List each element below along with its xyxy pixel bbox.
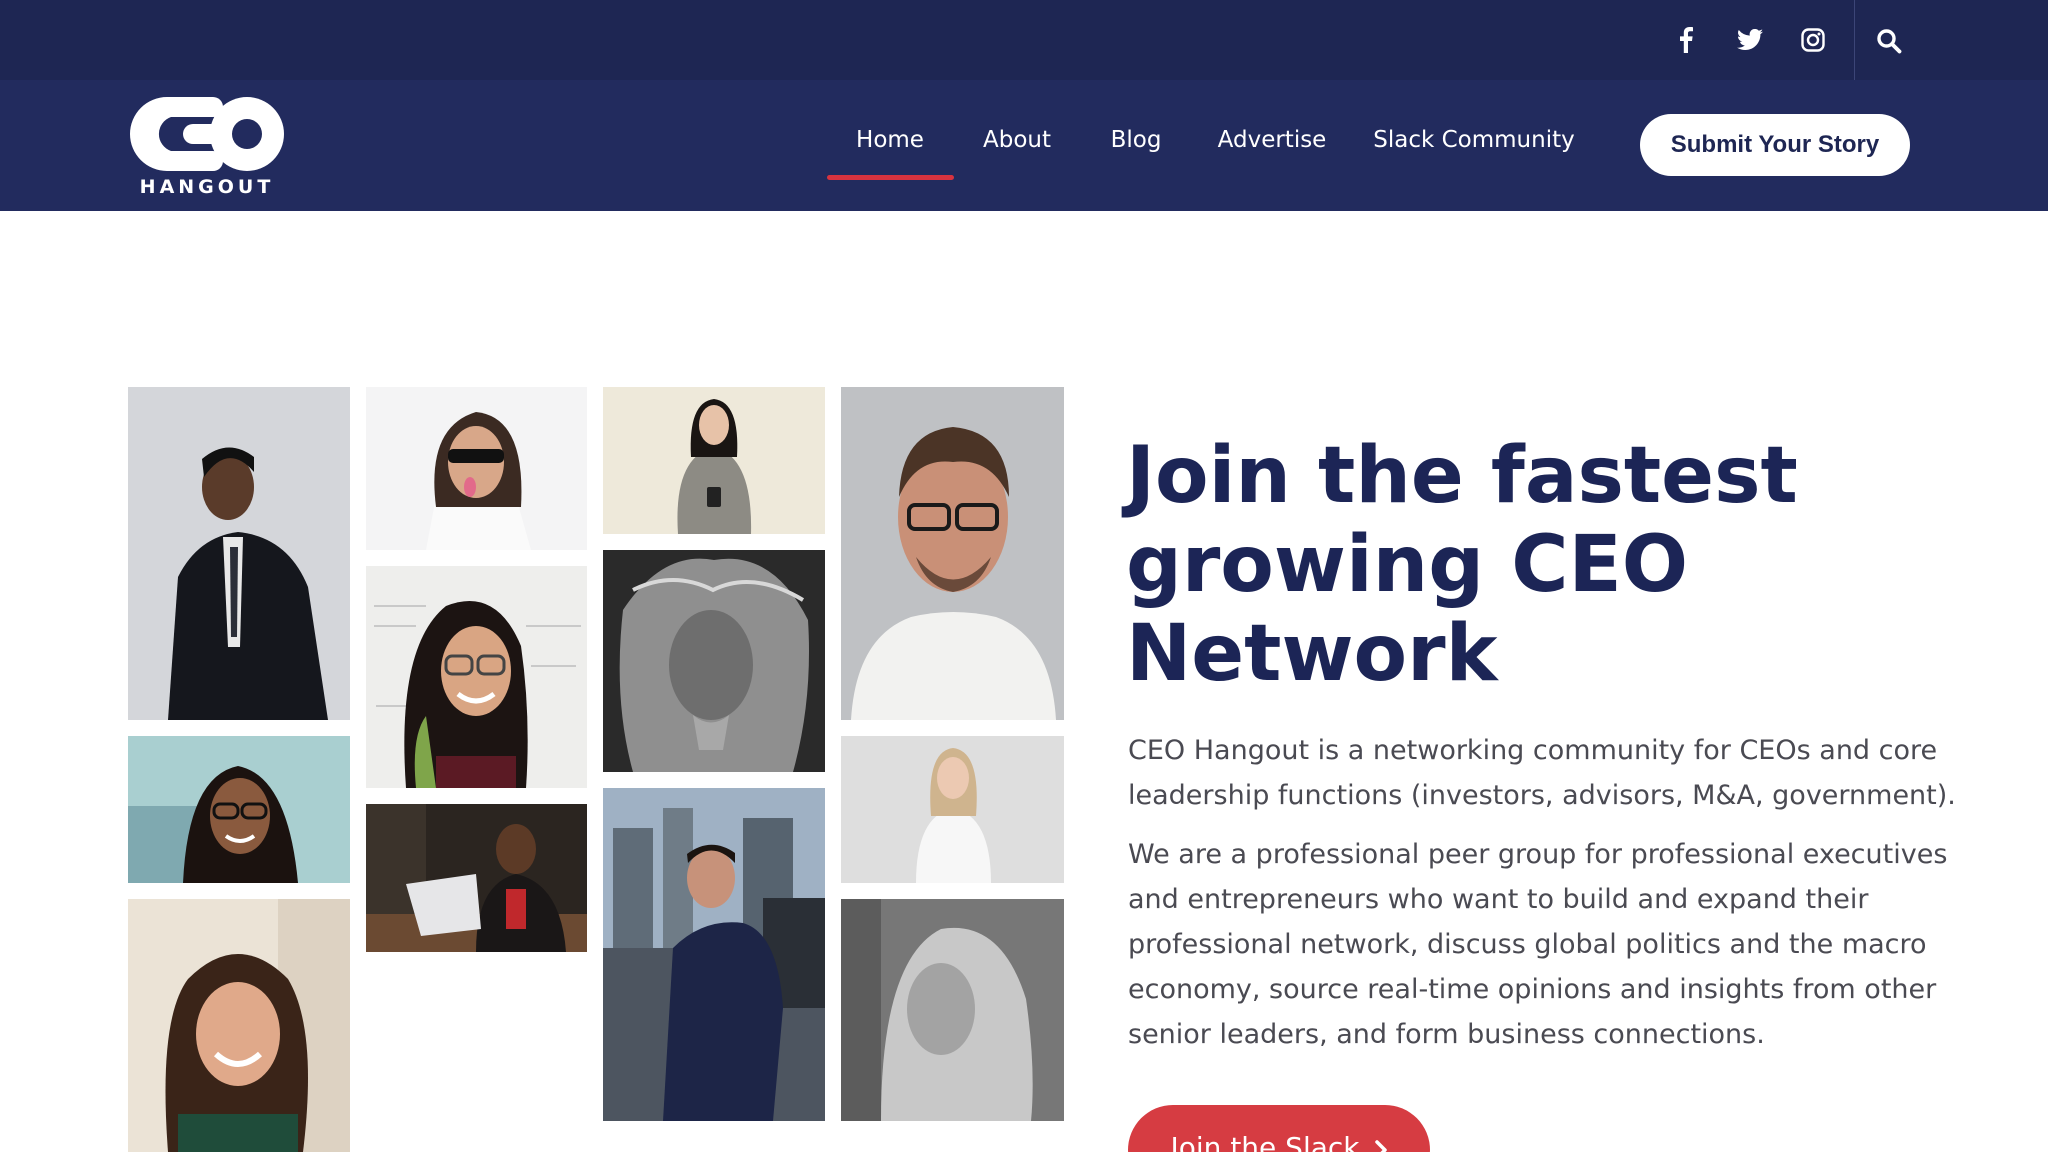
headline-line-2: growing CEO (1126, 520, 1689, 610)
join-slack-label: Join the Slack (1170, 1131, 1360, 1152)
ceo-logo-mark (130, 97, 284, 171)
photo-man-navy-suit-city (603, 788, 825, 1121)
headline-line-3: Network (1126, 609, 1498, 699)
join-slack-button[interactable]: Join the Slack (1128, 1105, 1430, 1152)
nav-slack-community[interactable]: Slack Community (1373, 127, 1574, 153)
submit-story-button[interactable]: Submit Your Story (1640, 114, 1910, 176)
facebook-icon[interactable] (1666, 20, 1706, 60)
logo[interactable]: HANGOUT (127, 94, 287, 198)
nav-about[interactable]: About (983, 127, 1051, 153)
nav-blog[interactable]: Blog (1111, 127, 1162, 153)
photo-man-long-hair-bw (603, 550, 825, 772)
instagram-icon[interactable] (1793, 20, 1833, 60)
nav-active-indicator (827, 175, 954, 180)
photo-man-laptop (366, 804, 587, 952)
hero-headline: Join the fastest growing CEO Network (1126, 432, 1966, 699)
nav-advertise[interactable]: Advertise (1218, 127, 1327, 153)
hero-description-paragraph: We are a professional peer group for pro… (1128, 839, 1948, 1050)
nav-home[interactable]: Home (856, 127, 924, 153)
chevron-right-icon (1374, 1131, 1388, 1152)
hero-intro-paragraph: CEO Hangout is a networking community fo… (1128, 735, 1956, 811)
logo-wordmark: HANGOUT (139, 176, 275, 198)
search-icon[interactable] (1868, 20, 1910, 62)
twitter-icon[interactable] (1730, 20, 1770, 60)
photo-woman-glasses-street (128, 736, 350, 883)
photo-woman-blonde-bw (841, 899, 1064, 1121)
photo-man-sunglasses (366, 387, 587, 550)
topbar-divider (1854, 0, 1855, 80)
photo-woman-curly-hair (128, 899, 350, 1152)
photo-woman-white-shirt (841, 736, 1064, 883)
headline-line-1: Join the fastest (1126, 431, 1798, 521)
photo-man-suit-tie (128, 387, 350, 720)
top-bar (0, 0, 2048, 80)
photo-man-glasses-tshirt (841, 387, 1064, 720)
photo-woman-glasses-whiteboard (366, 566, 587, 788)
photo-woman-phone (603, 387, 825, 534)
